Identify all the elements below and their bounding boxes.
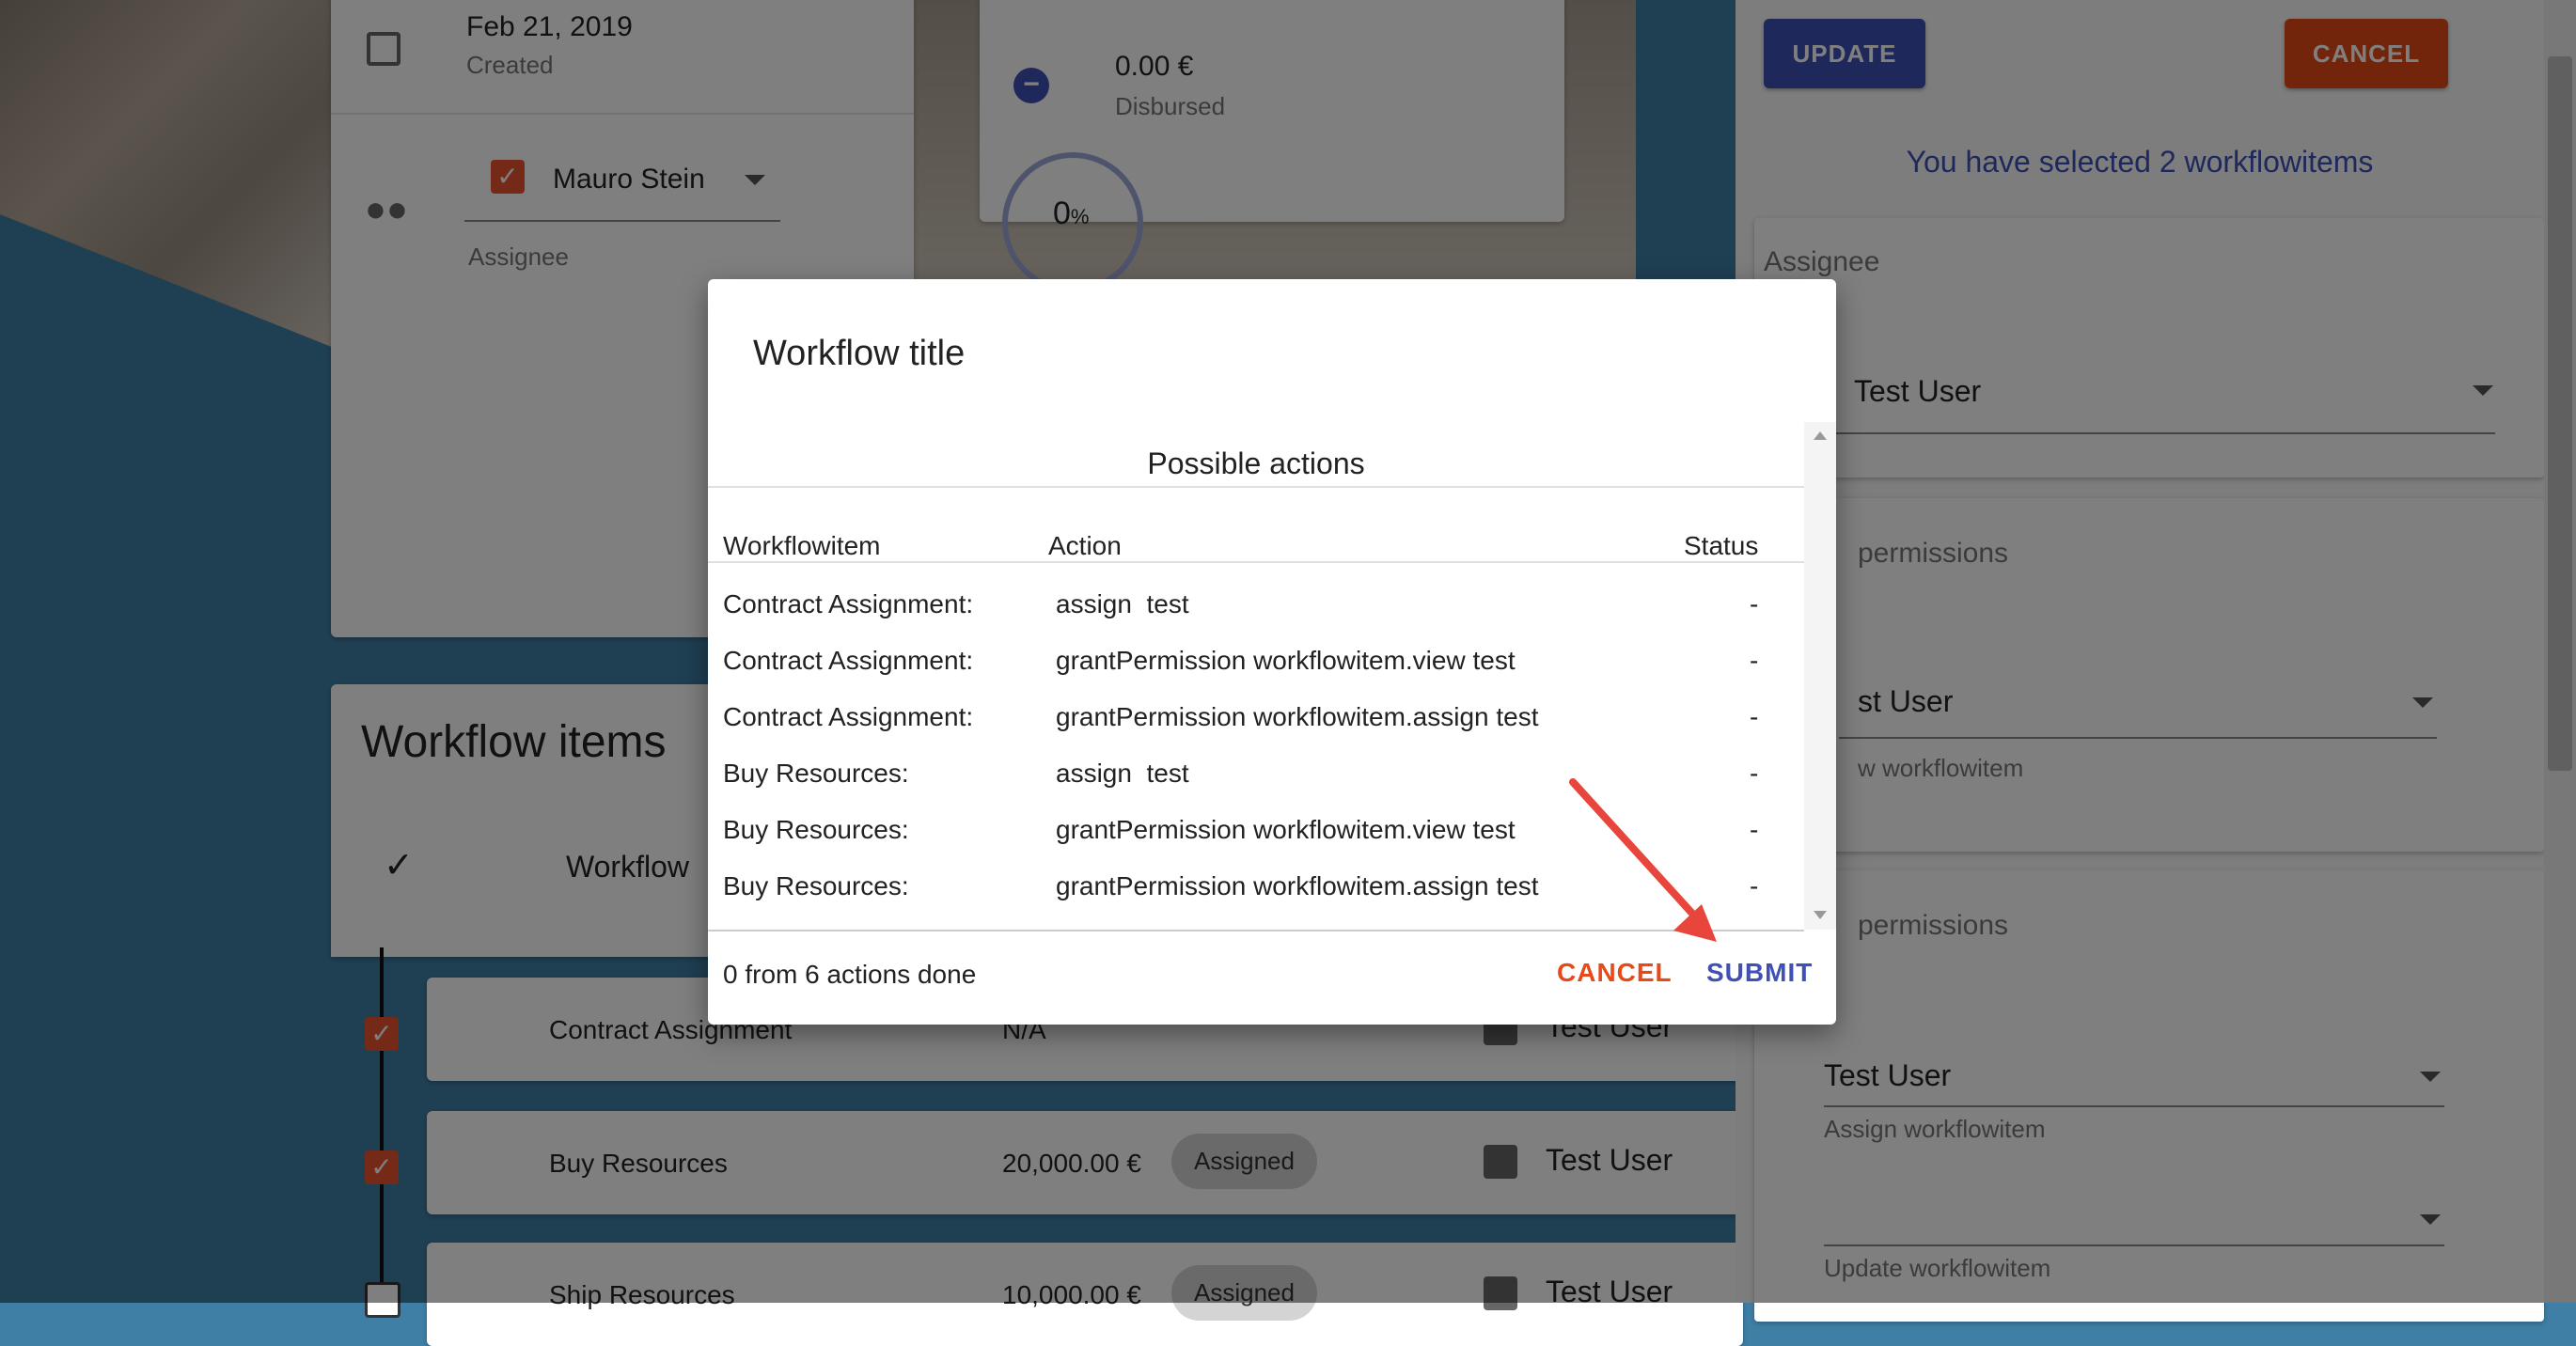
actions-progress-text: 0 from 6 actions done xyxy=(723,960,977,989)
divider xyxy=(708,561,1804,563)
table-row: Contract Assignment: grantPermission wor… xyxy=(708,636,1804,693)
scroll-down-icon[interactable] xyxy=(1814,911,1827,919)
row-action: assign test xyxy=(1056,759,1189,788)
row-action: grantPermission workflowitem.view test xyxy=(1056,646,1516,675)
row-action: grantPermission workflowitem.view test xyxy=(1056,815,1516,844)
row-status: - xyxy=(1750,702,1759,731)
row-action: grantPermission workflowitem.assign test xyxy=(1056,702,1539,731)
row-workflowitem: Buy Resources: xyxy=(723,871,909,900)
dialog-scrollbar[interactable] xyxy=(1804,422,1836,930)
dialog-title: Workflow title xyxy=(753,334,966,373)
row-workflowitem: Contract Assignment: xyxy=(723,589,974,618)
table-row: Contract Assignment: assign test - xyxy=(708,580,1804,636)
possible-actions-heading: Possible actions xyxy=(1147,446,1365,480)
scroll-up-icon[interactable] xyxy=(1814,431,1827,440)
row-workflowitem: Contract Assignment: xyxy=(723,702,974,731)
column-action: Action xyxy=(1048,531,1122,560)
table-row: Buy Resources: grantPermission workflowi… xyxy=(708,862,1804,918)
row-status: - xyxy=(1750,646,1759,675)
divider xyxy=(708,486,1804,488)
row-workflowitem: Buy Resources: xyxy=(723,759,909,788)
column-status: Status xyxy=(1684,531,1759,560)
row-status: - xyxy=(1750,815,1759,844)
row-status: - xyxy=(1750,759,1759,788)
row-status: - xyxy=(1750,871,1759,900)
row-action: assign test xyxy=(1056,589,1189,618)
column-workflowitem: Workflowitem xyxy=(723,531,881,560)
table-row: Buy Resources: assign test - xyxy=(708,749,1804,806)
dialog-submit-button[interactable]: SUBMIT xyxy=(1706,958,1813,988)
table-row: Contract Assignment: grantPermission wor… xyxy=(708,693,1804,749)
table-row: Buy Resources: grantPermission workflowi… xyxy=(708,806,1804,862)
actions-table-container: Possible actions Workflowitem Action Sta… xyxy=(708,422,1804,931)
row-action: grantPermission workflowitem.assign test xyxy=(1056,871,1539,900)
row-status: - xyxy=(1750,589,1759,618)
row-workflowitem: Buy Resources: xyxy=(723,815,909,844)
dialog-cancel-button[interactable]: CANCEL xyxy=(1557,958,1673,988)
row-workflowitem: Contract Assignment: xyxy=(723,646,974,675)
workflow-actions-dialog: Workflow title Possible actions Workflow… xyxy=(708,279,1836,1025)
